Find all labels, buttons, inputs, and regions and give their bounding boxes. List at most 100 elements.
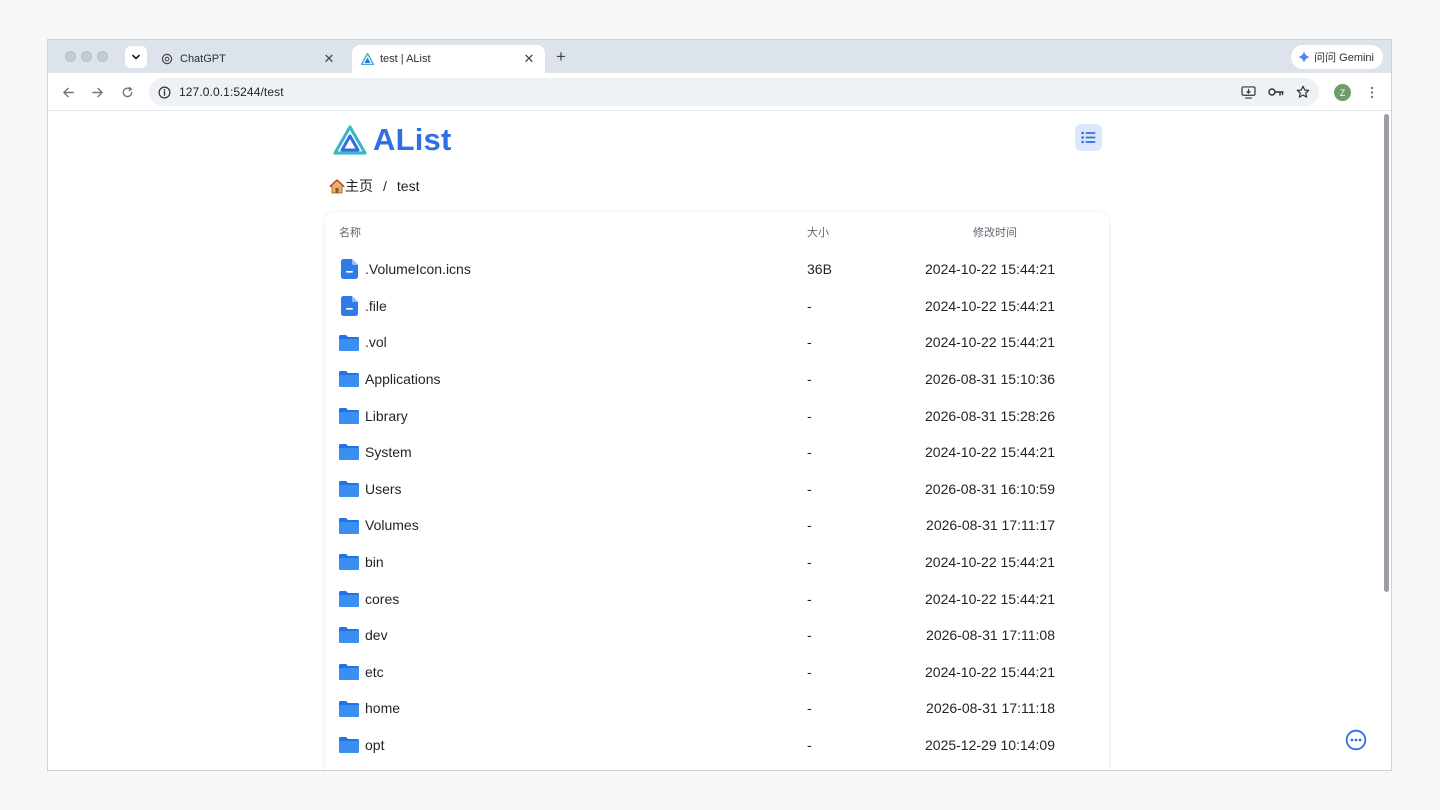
breadcrumb-current[interactable]: test — [397, 178, 420, 194]
file-modified: 2026-08-31 15:28:26 — [925, 407, 1055, 424]
file-modified: 2025-12-29 10:14:09 — [925, 737, 1055, 754]
file-size: - — [807, 627, 812, 644]
file-name[interactable]: Volumes — [365, 517, 419, 533]
install-app-icon[interactable] — [1240, 85, 1257, 99]
file-list-card: 名称 大小 修改时间 .VolumeIcon.icns 36B 2024-10-22… — [325, 212, 1109, 770]
file-name[interactable]: .VolumeIcon.icns — [365, 261, 471, 277]
file-name[interactable]: .vol — [365, 334, 387, 350]
file-modified: 2024-10-22 15:44:21 — [925, 444, 1055, 461]
address-bar-actions — [1240, 85, 1311, 99]
profile-avatar[interactable]: Z — [1334, 84, 1351, 101]
file-modified: 2024-10-22 15:44:21 — [925, 590, 1055, 607]
browser-window: ChatGPT ✕ test | AList ✕ + 问问 Gemini 127… — [48, 40, 1391, 770]
file-name[interactable]: System — [365, 444, 412, 460]
column-header-name[interactable]: 名称 — [339, 224, 361, 240]
new-tab-button[interactable]: + — [551, 47, 571, 67]
page-viewport: AList 主页 / test 名称 大小 修改时间 .VolumeIcon.i… — [48, 112, 1391, 770]
ask-gemini-button[interactable]: 问问 Gemini — [1291, 45, 1383, 69]
url-text: 127.0.0.1:5244/test — [179, 85, 284, 99]
address-bar[interactable]: 127.0.0.1:5244/test — [149, 78, 1319, 106]
file-modified: 2024-10-22 15:44:21 — [925, 261, 1055, 278]
table-row[interactable]: dev - 2026-08-31 17:11:08 — [325, 617, 1109, 654]
table-row[interactable]: home - 2026-08-31 17:11:18 — [325, 690, 1109, 727]
gemini-sparkle-icon — [1298, 51, 1311, 63]
reload-button[interactable] — [118, 83, 136, 101]
close-tab-icon[interactable]: ✕ — [321, 51, 337, 67]
page-scrollbar[interactable] — [1383, 112, 1391, 770]
folder-icon — [339, 662, 359, 682]
back-button[interactable] — [59, 83, 77, 101]
file-name[interactable]: Library — [365, 408, 408, 424]
list-layout-icon — [1081, 131, 1096, 144]
file-name[interactable]: Users — [365, 481, 402, 497]
file-size: - — [807, 663, 812, 680]
file-name[interactable]: cores — [365, 591, 399, 607]
file-name[interactable]: opt — [365, 737, 384, 753]
table-row[interactable]: Applications - 2026-08-31 15:10:36 — [325, 361, 1109, 398]
arrow-left-icon — [62, 87, 74, 97]
tab-title: ChatGPT — [180, 53, 226, 65]
file-size: - — [807, 297, 812, 314]
folder-icon — [339, 405, 359, 425]
site-info-icon[interactable] — [157, 85, 171, 99]
close-tab-icon[interactable]: ✕ — [521, 51, 537, 67]
table-row[interactable]: etc - 2024-10-22 15:44:21 — [325, 654, 1109, 691]
folder-icon — [339, 698, 359, 718]
file-list-header: 名称 大小 修改时间 — [325, 224, 1109, 244]
tab-alist[interactable]: test | AList ✕ — [352, 45, 545, 73]
chatgpt-icon — [160, 52, 174, 66]
file-size: - — [807, 444, 812, 461]
file-size: - — [807, 517, 812, 534]
minimize-window-button[interactable] — [81, 51, 92, 62]
maximize-window-button[interactable] — [97, 51, 108, 62]
file-size: - — [807, 590, 812, 607]
house-icon — [329, 178, 345, 193]
file-name[interactable]: Applications — [365, 371, 441, 387]
close-window-button[interactable] — [65, 51, 76, 62]
more-options-button[interactable] — [1345, 729, 1367, 751]
table-row[interactable]: Library - 2026-08-31 15:28:26 — [325, 397, 1109, 434]
key-icon[interactable] — [1267, 85, 1284, 99]
folder-icon — [339, 552, 359, 572]
table-row[interactable]: Users - 2026-08-31 16:10:59 — [325, 471, 1109, 508]
file-size: 36B — [807, 261, 832, 278]
chevron-down-icon — [132, 54, 140, 60]
table-row[interactable]: cores - 2024-10-22 15:44:21 — [325, 580, 1109, 617]
table-row[interactable]: .VolumeIcon.icns 36B 2024-10-22 15:44:21 — [325, 251, 1109, 288]
table-row[interactable]: .vol - 2024-10-22 15:44:21 — [325, 324, 1109, 361]
breadcrumb-separator: / — [383, 178, 387, 194]
star-icon[interactable] — [1294, 85, 1311, 99]
scrollbar-thumb[interactable] — [1384, 114, 1389, 592]
file-name[interactable]: dev — [365, 627, 388, 643]
alist-logo[interactable]: AList — [333, 122, 452, 158]
forward-button[interactable] — [88, 83, 106, 101]
file-list: .VolumeIcon.icns 36B 2024-10-22 15:44:21 .f… — [325, 251, 1109, 763]
column-header-size[interactable]: 大小 — [807, 224, 829, 240]
file-modified: 2026-08-31 17:11:08 — [926, 627, 1055, 644]
table-row[interactable]: opt - 2025-12-29 10:14:09 — [325, 727, 1109, 764]
file-name[interactable]: home — [365, 700, 400, 716]
layout-toggle-button[interactable] — [1075, 124, 1102, 151]
file-size: - — [807, 371, 812, 388]
file-size: - — [807, 480, 812, 497]
tab-search-button[interactable] — [125, 46, 147, 68]
file-name[interactable]: .file — [365, 298, 387, 314]
plus-icon: + — [556, 47, 566, 66]
file-name[interactable]: etc — [365, 664, 384, 680]
tab-chatgpt[interactable]: ChatGPT ✕ — [152, 45, 345, 73]
file-size: - — [807, 700, 812, 717]
file-size: - — [807, 554, 812, 571]
breadcrumb-home[interactable]: 主页 — [329, 176, 373, 196]
file-icon — [339, 295, 359, 316]
breadcrumb: 主页 / test — [329, 176, 419, 196]
file-modified: 2024-10-22 15:44:21 — [925, 297, 1055, 314]
table-row[interactable]: Volumes - 2026-08-31 17:11:17 — [325, 507, 1109, 544]
file-name[interactable]: bin — [365, 554, 384, 570]
table-row[interactable]: .file - 2024-10-22 15:44:21 — [325, 288, 1109, 325]
file-modified: 2024-10-22 15:44:21 — [925, 334, 1055, 351]
table-row[interactable]: bin - 2024-10-22 15:44:21 — [325, 544, 1109, 581]
column-header-modified[interactable]: 修改时间 — [973, 224, 1017, 240]
table-row[interactable]: System - 2024-10-22 15:44:21 — [325, 434, 1109, 471]
file-modified: 2026-08-31 16:10:59 — [925, 480, 1055, 497]
browser-menu-button[interactable] — [1366, 84, 1378, 101]
